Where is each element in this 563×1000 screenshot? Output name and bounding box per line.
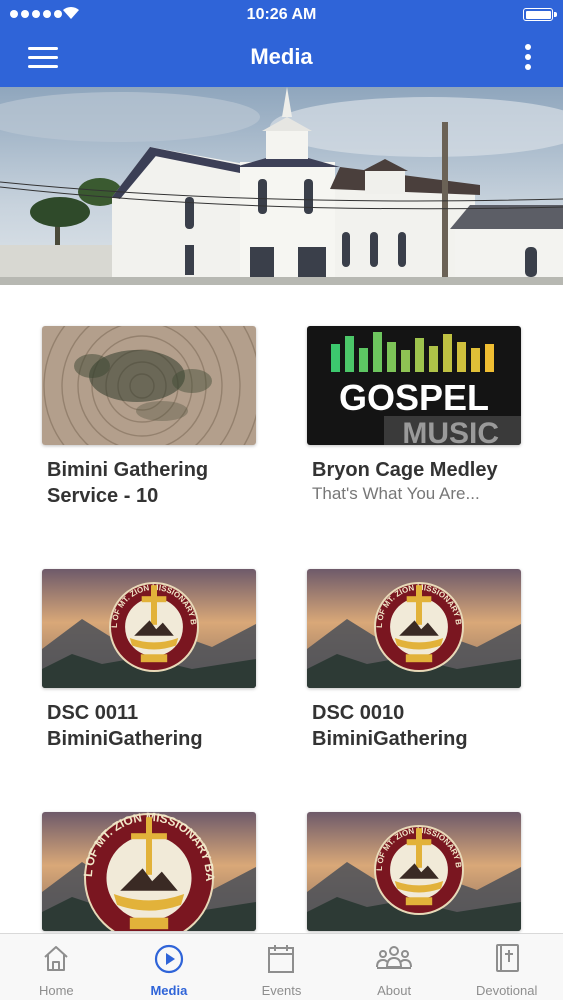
equalizer-bar bbox=[331, 344, 340, 372]
media-grid: Bimini Gathering Service - 10 GOSPEL MUS… bbox=[0, 285, 563, 933]
media-subtitle: That's What You Are... bbox=[312, 484, 480, 503]
media-thumbnail[interactable]: THE CATHEDRAL OF MT. ZION MISSIONARY BAP… bbox=[307, 812, 521, 931]
tab-label: Media bbox=[150, 983, 188, 998]
media-thumbnail[interactable]: THE CATHEDRAL OF MT. ZION MISSIONARY BAP… bbox=[307, 569, 521, 688]
media-item-dsc-0010[interactable]: THE CATHEDRAL OF MT. ZION MISSIONARY BAP… bbox=[307, 569, 521, 752]
people-icon bbox=[376, 946, 413, 969]
tab-label: Home bbox=[38, 983, 74, 998]
equalizer-bar bbox=[401, 350, 410, 372]
media-thumbnail[interactable]: THE CATHEDRAL OF MT. ZION MISSIONARY BAP… bbox=[42, 569, 256, 688]
media-item-bryon-cage-medley[interactable]: GOSPEL MUSIC Bryon Cage Medley That's Wh… bbox=[307, 326, 521, 505]
tab-about[interactable]: About bbox=[338, 934, 451, 1000]
media-thumbnail[interactable]: THE CATHEDRAL OF MT. ZION MISSIONARY BAP… bbox=[42, 812, 256, 931]
tab-media[interactable]: Media bbox=[113, 934, 226, 1000]
bottom-tab-bar: Home Media Events About Devotional bbox=[0, 933, 563, 1000]
media-thumbnail[interactable] bbox=[42, 326, 256, 445]
media-item-dsc-0011[interactable]: THE CATHEDRAL OF MT. ZION MISSIONARY BAP… bbox=[42, 569, 256, 752]
media-title: Bryon Cage Medley bbox=[312, 459, 498, 481]
church-banner-image bbox=[0, 87, 563, 285]
battery-icon bbox=[523, 8, 557, 21]
tab-label: Devotional bbox=[475, 983, 538, 998]
media-item[interactable]: THE CATHEDRAL OF MT. ZION MISSIONARY BAP… bbox=[307, 812, 521, 931]
media-title: Bimini Gathering Service - 10 bbox=[47, 459, 209, 507]
equalizer-bar bbox=[359, 348, 368, 372]
equalizer-bar bbox=[373, 332, 382, 372]
status-time: 10:26 AM bbox=[246, 6, 317, 23]
equalizer-bar bbox=[415, 338, 424, 372]
equalizer-bar bbox=[429, 346, 438, 372]
tab-devotional[interactable]: Devotional bbox=[450, 934, 563, 1000]
media-item-bimini-gathering-service[interactable]: Bimini Gathering Service - 10 bbox=[42, 326, 256, 509]
equalizer-bar bbox=[471, 348, 480, 372]
home-icon bbox=[44, 946, 68, 971]
navigation-bar: 10:26 AM Media bbox=[0, 0, 563, 87]
page-title: Media bbox=[250, 44, 313, 69]
gospel-text: GOSPEL bbox=[339, 377, 489, 418]
media-thumbnail[interactable]: GOSPEL MUSIC bbox=[307, 326, 521, 445]
equalizer-bar bbox=[387, 342, 396, 372]
equalizer-bar bbox=[457, 342, 466, 372]
tab-label: Events bbox=[261, 983, 302, 998]
music-text: MUSIC bbox=[402, 417, 499, 445]
media-title: DSC 0010 BiminiGathering bbox=[312, 702, 468, 750]
tab-label: About bbox=[377, 983, 412, 998]
bible-icon bbox=[495, 944, 519, 972]
play-circle-icon bbox=[154, 944, 183, 974]
equalizer-bar bbox=[443, 334, 452, 372]
more-vertical-icon[interactable] bbox=[523, 42, 533, 72]
tab-events[interactable]: Events bbox=[225, 934, 338, 1000]
equalizer-bar bbox=[485, 344, 494, 372]
media-item[interactable]: THE CATHEDRAL OF MT. ZION MISSIONARY BAP… bbox=[42, 812, 256, 931]
calendar-icon bbox=[268, 945, 295, 973]
media-title: DSC 0011 BiminiGathering bbox=[47, 702, 203, 750]
equalizer-bar bbox=[345, 336, 354, 372]
tab-home[interactable]: Home bbox=[0, 934, 113, 1000]
status-bar: 10:26 AM bbox=[0, 0, 563, 30]
